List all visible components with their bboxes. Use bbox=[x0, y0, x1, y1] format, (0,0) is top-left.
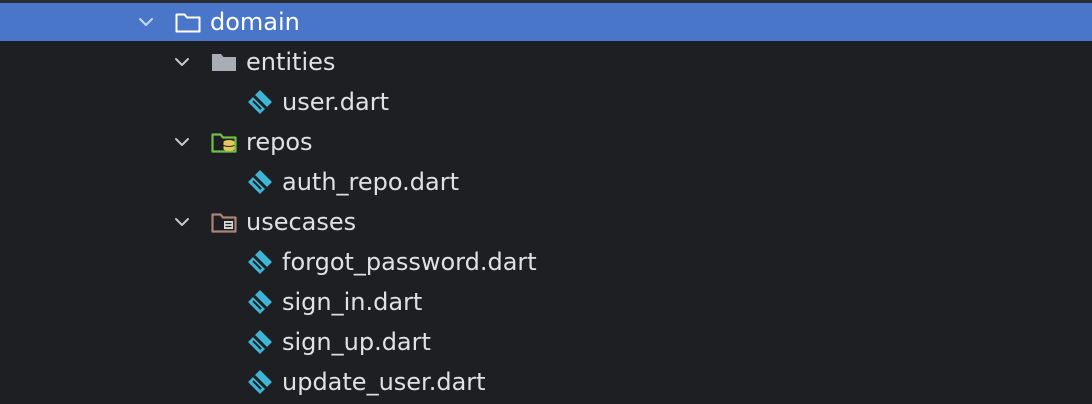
chevron-down-icon[interactable] bbox=[136, 12, 156, 32]
tree-item-label: domain bbox=[210, 8, 300, 36]
tree-item-label: sign_up.dart bbox=[282, 328, 431, 356]
folder-database-icon bbox=[211, 133, 237, 153]
dart-file-icon bbox=[248, 170, 272, 194]
folder-module-icon bbox=[211, 213, 237, 233]
tree-item-sign-in-dart[interactable]: sign_in.dart bbox=[0, 282, 1092, 322]
tree-item-label: update_user.dart bbox=[282, 368, 486, 396]
tree-item-label: repos bbox=[246, 128, 313, 156]
chevron-down-icon[interactable] bbox=[172, 52, 192, 72]
dart-file-icon bbox=[248, 90, 272, 114]
dart-file-icon bbox=[248, 290, 272, 314]
folder-filled-icon bbox=[212, 54, 236, 71]
tree-item-forgot-password-dart[interactable]: forgot_password.dart bbox=[0, 242, 1092, 282]
tree-item-label: sign_in.dart bbox=[282, 288, 423, 316]
tree-item-update-user-dart[interactable]: update_user.dart bbox=[0, 362, 1092, 402]
tree-item-user-dart[interactable]: user.dart bbox=[0, 82, 1092, 122]
tree-item-entities[interactable]: entities bbox=[0, 42, 1092, 82]
dart-file-icon bbox=[248, 370, 272, 394]
tree-item-label: user.dart bbox=[282, 88, 389, 116]
tree-item-label: entities bbox=[246, 48, 336, 76]
tree-item-sign-up-dart[interactable]: sign_up.dart bbox=[0, 322, 1092, 362]
chevron-down-icon[interactable] bbox=[172, 212, 192, 232]
tree-item-usecases[interactable]: usecases bbox=[0, 202, 1092, 242]
folder-outline-icon bbox=[175, 13, 201, 33]
dart-file-icon bbox=[248, 330, 272, 354]
dart-file-icon bbox=[248, 250, 272, 274]
tree-item-label: forgot_password.dart bbox=[282, 248, 537, 276]
tree-item-auth-repo-dart[interactable]: auth_repo.dart bbox=[0, 162, 1092, 202]
chevron-down-icon[interactable] bbox=[172, 132, 192, 152]
tree-item-domain[interactable]: domain bbox=[0, 3, 1092, 41]
project-tree: domain entities user.dart repos auth_rep… bbox=[0, 0, 1092, 404]
tree-item-label: usecases bbox=[246, 208, 357, 236]
tree-item-label: auth_repo.dart bbox=[282, 168, 459, 196]
tree-item-repos[interactable]: repos bbox=[0, 122, 1092, 162]
